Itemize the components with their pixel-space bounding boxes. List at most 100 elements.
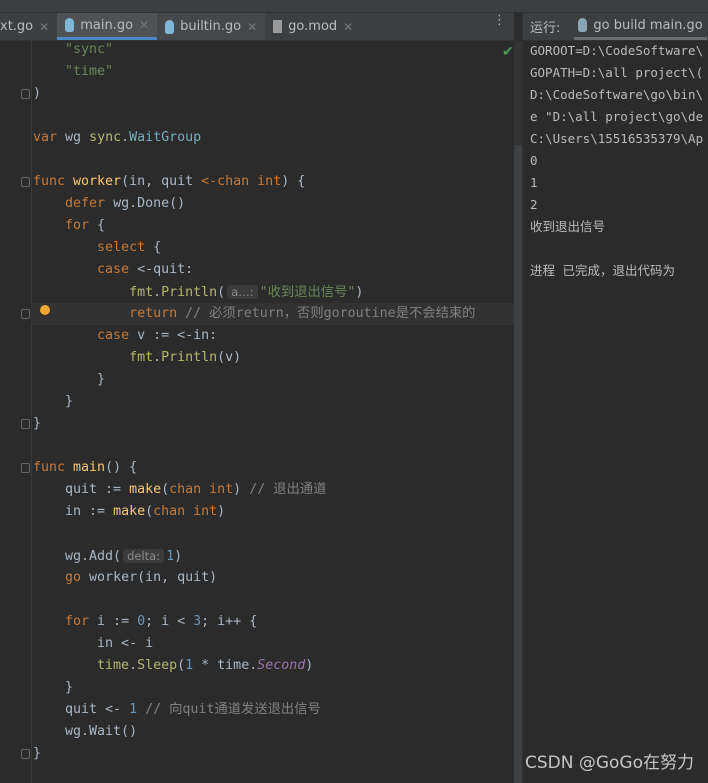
tab-go-mod[interactable]: go.mod ✕ (265, 13, 361, 40)
code-token: wg.Add( (33, 549, 122, 564)
more-tabs-icon[interactable]: ⋮ (485, 13, 514, 40)
code-token: in := (33, 504, 114, 519)
code-token: quit <- (33, 702, 130, 717)
code-token: time (33, 658, 130, 673)
code-line[interactable]: wg.Wait() (33, 721, 137, 743)
run-label: 运行: (530, 21, 561, 36)
fold-icon[interactable] (21, 463, 30, 473)
code-line[interactable]: } (33, 369, 105, 391)
go-file-icon (65, 18, 75, 32)
code-line[interactable]: func main() { (33, 457, 137, 479)
code-token: ; i++ { (201, 614, 258, 629)
code-line[interactable]: in := make(chan int) (33, 501, 225, 523)
code-line[interactable]: for { (33, 215, 105, 237)
code-line[interactable]: ) (33, 83, 41, 105)
code-token: Println (161, 285, 218, 300)
console-line: 1 (530, 175, 538, 190)
close-icon[interactable]: ✕ (139, 18, 149, 32)
code-token: ; i < (145, 614, 194, 629)
fold-icon[interactable] (21, 419, 30, 429)
tab-label: main.go (80, 17, 134, 33)
code-token: main (73, 460, 106, 475)
code-token: 1 (166, 549, 175, 564)
code-token: ) (33, 86, 42, 101)
code-line[interactable]: } (33, 391, 73, 413)
gutter (0, 41, 32, 783)
code-line[interactable]: wg.Add(delta: 1) (33, 545, 182, 567)
code-token: WaitGroup (129, 130, 202, 145)
fold-icon[interactable] (21, 309, 30, 319)
code-token: () { (105, 460, 138, 475)
code-line[interactable]: defer wg.Done() (33, 193, 185, 215)
fold-icon[interactable] (21, 177, 30, 187)
code-line[interactable]: } (33, 677, 73, 699)
code-line[interactable]: case v := <-in: (33, 325, 217, 347)
code-token: func (33, 174, 74, 189)
code-line[interactable]: return // 必须return，否则goroutine是不会结束的 (31, 303, 523, 325)
code-line[interactable]: fmt.Println(v) (33, 347, 241, 369)
fold-icon[interactable] (21, 749, 30, 759)
console-line: GOROOT=D:\CodeSoftware\ (530, 43, 704, 58)
code-token: "sync" (33, 42, 114, 57)
code-line[interactable]: fmt.Println(a…: "收到退出信号") (33, 281, 363, 303)
code-line[interactable]: } (33, 413, 41, 435)
console-line: e "D:\all project\go\de (530, 109, 704, 124)
code-line[interactable]: case <-quit: (33, 259, 193, 281)
tab-main-go[interactable]: main.go ✕ (57, 13, 158, 40)
code-token: ) (355, 285, 364, 300)
code-line[interactable]: var wg sync.WaitGroup (33, 127, 201, 149)
code-token: fmt (33, 350, 154, 365)
code-token: { (97, 218, 106, 233)
parameter-hint: a…: (227, 285, 258, 299)
scrollbar-thumb[interactable] (514, 145, 522, 783)
code-line[interactable]: func worker(in, quit <-chan int) { (33, 171, 305, 193)
code-line[interactable]: "sync" (33, 39, 113, 61)
editor-tabs: xt.go ✕ main.go ✕ builtin.go ✕ go.mod ✕ ⋮ (0, 13, 514, 41)
code-token: 3 (193, 614, 202, 629)
tab-label: go.mod (288, 19, 338, 34)
code-token: make (113, 504, 146, 519)
code-line[interactable]: "time" (33, 61, 113, 83)
code-token: ) (233, 482, 250, 497)
code-token: ( (161, 482, 170, 497)
go-file-icon (165, 19, 175, 34)
code-token: wg (65, 130, 90, 145)
code-token: } (33, 394, 74, 409)
code-line[interactable]: in <- i (33, 633, 153, 655)
tab-builtin-go[interactable]: builtin.go ✕ (157, 13, 266, 40)
run-tab-label: go build main.go (593, 17, 703, 33)
code-line[interactable]: for i := 0; i < 3; i++ { (33, 611, 257, 633)
code-line[interactable]: } (33, 743, 41, 765)
close-icon[interactable]: ✕ (39, 20, 49, 34)
code-token: } (33, 680, 74, 695)
parameter-hint: delta: (123, 549, 165, 563)
code-line[interactable]: time.Sleep(1 * time.Second) (33, 655, 313, 677)
code-line[interactable]: go worker(in, quit) (33, 567, 217, 589)
fold-icon[interactable] (21, 89, 30, 99)
code-token: ) { (281, 174, 306, 189)
code-token: go (33, 570, 90, 585)
code-token: func (33, 460, 74, 475)
tab-go-build[interactable]: go build main.go (574, 13, 707, 40)
lightbulb-icon[interactable] (40, 305, 50, 315)
code-token: worker (73, 174, 122, 189)
code-token: quit := (33, 482, 130, 497)
code-line[interactable]: select { (33, 237, 161, 259)
code-line[interactable]: quit := make(chan int) // 退出通道 (33, 479, 326, 501)
code-line[interactable]: quit <- 1 // 向quit通道发送退出信号 (33, 699, 321, 721)
code-token: make (129, 482, 162, 497)
code-token: worker(in, quit) (89, 570, 218, 585)
close-icon[interactable]: ✕ (247, 20, 257, 34)
console-line: GOPATH=D:\all project\( (530, 65, 704, 80)
check-icon: ✔ (502, 44, 514, 60)
code-token: for (33, 614, 98, 629)
tab-xt-go[interactable]: xt.go ✕ (0, 13, 58, 40)
code-token: v := <-in: (137, 328, 218, 343)
code-token: "收到退出信号" (259, 285, 356, 300)
close-icon[interactable]: ✕ (343, 20, 353, 34)
run-panel: 运行: go build main.go GOROOT=D:\CodeSoftw… (522, 13, 708, 783)
code-token: // 向quit通道发送退出信号 (145, 702, 321, 717)
code-token: Second (257, 658, 306, 673)
code-token: case (33, 262, 138, 277)
code-token: 0 (137, 614, 146, 629)
